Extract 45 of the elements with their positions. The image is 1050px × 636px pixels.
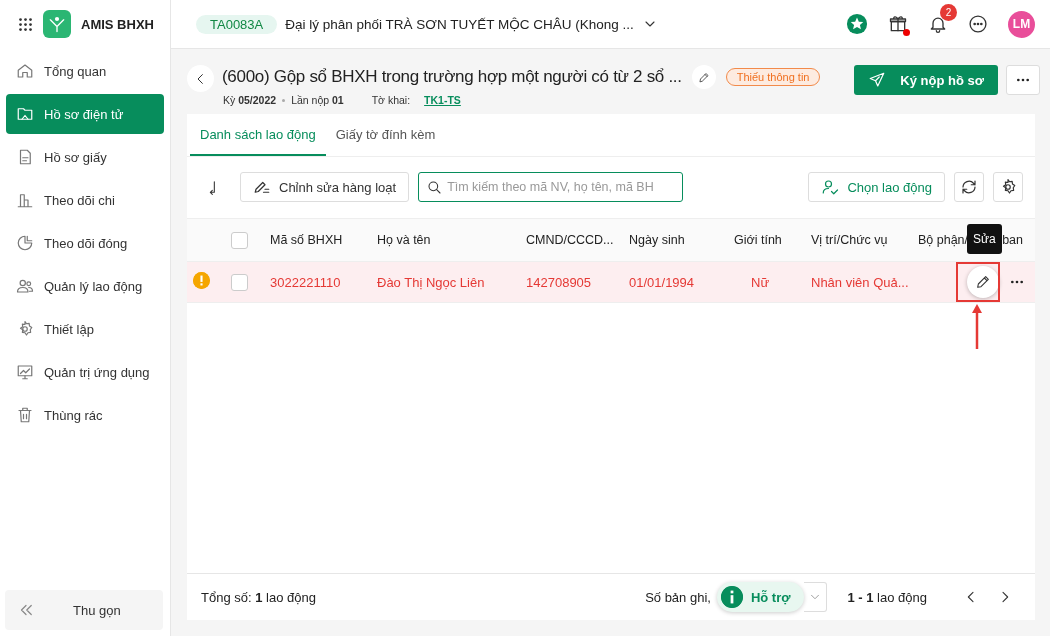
- tab[interactable]: Danh sách lao động: [190, 114, 326, 156]
- table-cell-text: 142708905: [526, 274, 593, 290]
- column-header: ban: [1002, 233, 1024, 247]
- table-cell-text: Nhân viên Quả...: [811, 274, 910, 290]
- table-cell-text: Nữ: [750, 274, 771, 290]
- column-header: Vị trí/Chức vụ: [811, 233, 889, 247]
- period-text: Kỳ 05/2022: [223, 94, 277, 106]
- tooltip: Sửa: [967, 224, 1002, 254]
- sidebar-item[interactable]: Quản lý lao động: [6, 266, 164, 306]
- submit-button[interactable]: Ký nộp hồ sơ: [854, 65, 998, 95]
- table-cell-text: Đào Thị Ngọc Liên: [377, 274, 486, 290]
- page-range: 1 - 1 lao động: [847, 589, 927, 605]
- column-header: Ngày sinh: [629, 233, 686, 247]
- column-header: Giới tính: [734, 233, 783, 247]
- form-label: Tờ khai:: [371, 94, 411, 106]
- search-field[interactable]: Tìm kiếm theo mã NV, họ tên, mã BH: [418, 172, 684, 202]
- bulk-edit-button[interactable]: Chỉnh sửa hàng loạt: [240, 172, 410, 202]
- total-count: Tổng số: 1 lao động: [201, 589, 316, 605]
- sidebar-item[interactable]: Thiết lập: [6, 309, 164, 349]
- table-cell-text: 01/01/1994: [629, 274, 696, 290]
- column-header: CMND/CCCD...: [526, 233, 615, 247]
- column-header: Mã số BHXH: [270, 233, 344, 247]
- sidebar-item[interactable]: Tổng quan: [6, 51, 164, 91]
- unit-code: TA0083A: [196, 14, 278, 34]
- page-title: (600o) Gộp sổ BHXH trong trường hợp một người có từ 2 sổ ...: [222, 67, 682, 87]
- help-button[interactable]: Hỗ trợ: [716, 582, 805, 612]
- column-header: Bộ phận/: [918, 233, 969, 247]
- notification-count: 2: [940, 4, 957, 21]
- choose-employee-button[interactable]: Chọn lao động: [808, 172, 945, 202]
- tab[interactable]: Giấy tờ đính kèm: [325, 114, 446, 156]
- column-header: Họ và tên: [377, 233, 432, 247]
- form-link[interactable]: TK1-TS: [424, 94, 461, 106]
- app-name: AMIS BHXH: [81, 16, 154, 32]
- sidebar-item[interactable]: Hồ sơ điện tử: [6, 94, 164, 134]
- organization-name: Đại lý phân phối TRÀ SƠN TUYẾT MỘC CHÂU (Khong ...: [285, 16, 634, 32]
- table-cell-text: 3022221110: [270, 274, 342, 290]
- submission-text: Lần nộp 01: [291, 94, 344, 106]
- sidebar-item[interactable]: Theo dõi chi: [6, 180, 164, 220]
- collapse-button[interactable]: Thu gọn: [5, 590, 163, 630]
- sidebar-item[interactable]: Quản trị ứng dụng: [6, 352, 164, 392]
- sidebar-item[interactable]: Theo dõi đóng: [6, 223, 164, 263]
- status-badge: Thiếu thông tin: [725, 68, 821, 86]
- sidebar-item[interactable]: Hồ sơ giấy: [6, 137, 164, 177]
- sidebar-item[interactable]: Thùng rác: [6, 395, 164, 435]
- page-size-label: Số bản ghi,: [645, 589, 711, 605]
